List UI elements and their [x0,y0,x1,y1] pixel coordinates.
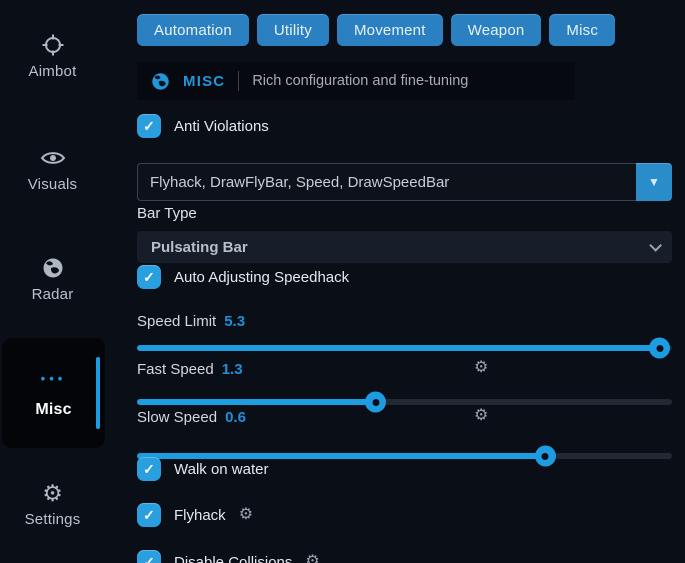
slider-thumb[interactable] [649,338,670,359]
slider-value: 1.3 [222,361,243,378]
slider-value: 0.6 [225,409,246,426]
fast-speed-slider[interactable] [137,399,672,405]
disable-collisions-checkbox[interactable]: ✓ [137,550,161,563]
feature-header: MISC Rich configuration and fine-tuning [137,62,575,100]
page-title: MISC [183,73,225,90]
sidebar: Aimbot Visuals Radar ••• [0,0,130,563]
checkbox-label: Auto Adjusting Speedhack [174,269,349,286]
checkmark-icon: ✓ [143,269,155,286]
slider-label: Speed Limit [137,313,216,330]
sidebar-item-label: Visuals [28,176,77,193]
walk-on-water-row[interactable]: ✓ Walk on water [137,457,268,481]
gear-icon[interactable]: ⚙ [474,360,488,376]
feature-multiselect-value: Flyhack, DrawFlyBar, Speed, DrawSpeedBar [150,174,449,191]
anti-violations-checkbox[interactable]: ✓ [137,114,161,138]
disable-collisions-row[interactable]: ✓ Disable Collisions ⚙ [137,550,320,563]
feature-multiselect-field[interactable]: Flyhack, DrawFlyBar, Speed, DrawSpeedBar [137,163,636,201]
tab-weapon[interactable]: Weapon [451,14,542,46]
crosshair-icon [41,33,65,57]
dropdown-open-button[interactable]: ▼ [636,163,672,201]
flyhack-checkbox[interactable]: ✓ [137,503,161,527]
checkmark-icon: ✓ [143,118,155,135]
feature-multiselect[interactable]: Flyhack, DrawFlyBar, Speed, DrawSpeedBar… [137,163,672,201]
slider-value: 5.3 [224,313,245,330]
tab-movement[interactable]: Movement [337,14,443,46]
checkmark-icon: ✓ [143,461,155,478]
gear-icon: ⚙ [42,481,63,505]
sidebar-item-aimbot[interactable]: Aimbot [0,33,105,80]
sidebar-item-label: Misc [35,401,71,419]
triangle-down-icon: ▼ [648,175,660,189]
gear-icon[interactable]: ⚙ [474,408,488,424]
globe-icon [42,256,64,280]
ellipsis-icon: ••• [41,367,67,391]
walk-on-water-checkbox[interactable]: ✓ [137,457,161,481]
sidebar-item-label: Aimbot [29,63,77,80]
divider [238,71,239,91]
sidebar-item-visuals[interactable]: Visuals [0,146,105,193]
globe-icon [151,72,170,91]
slider-fill [137,399,376,405]
bar-type-value: Pulsating Bar [151,239,248,256]
speed-limit-label-row: Speed Limit 5.3 [137,313,672,330]
bar-type-select[interactable]: Pulsating Bar [137,231,672,263]
auto-adjusting-checkbox[interactable]: ✓ [137,265,161,289]
anti-violations-row[interactable]: ✓ Anti Violations [137,114,269,138]
active-indicator [96,357,100,429]
tab-automation[interactable]: Automation [137,14,249,46]
fast-speed-label-row: Fast Speed 1.3 ⚙ [137,361,672,378]
bar-type-label: Bar Type [137,205,197,222]
sidebar-item-misc[interactable]: ••• Misc [2,338,105,448]
category-tabs: Automation Utility Movement Weapon Misc [137,14,615,46]
checkmark-icon: ✓ [143,554,155,563]
gear-icon[interactable]: ⚙ [305,554,319,563]
tab-misc[interactable]: Misc [549,14,615,46]
checkbox-label: Walk on water [174,461,268,478]
checkmark-icon: ✓ [143,507,155,524]
slow-speed-label-row: Slow Speed 0.6 ⚙ [137,409,672,426]
slider-label: Slow Speed [137,409,217,426]
sidebar-item-radar[interactable]: Radar [0,256,105,303]
sidebar-item-label: Settings [25,511,81,528]
gear-icon[interactable]: ⚙ [239,507,253,523]
flyhack-row[interactable]: ✓ Flyhack ⚙ [137,503,253,527]
slider-thumb[interactable] [535,446,556,467]
slider-label: Fast Speed [137,361,214,378]
chevron-down-icon [649,239,662,252]
checkbox-label: Disable Collisions [174,554,292,563]
eye-icon [40,146,66,170]
checkbox-label: Flyhack [174,507,226,524]
page-subtitle: Rich configuration and fine-tuning [252,73,468,89]
speed-limit-slider[interactable] [137,345,672,351]
sidebar-item-settings[interactable]: ⚙ Settings [0,481,105,528]
app-window: Aimbot Visuals Radar ••• [0,0,685,563]
main-panel: Automation Utility Movement Weapon Misc … [137,0,672,563]
sidebar-item-label: Radar [32,286,74,303]
auto-adjusting-row[interactable]: ✓ Auto Adjusting Speedhack [137,265,349,289]
tab-utility[interactable]: Utility [257,14,329,46]
checkbox-label: Anti Violations [174,118,269,135]
slider-fill [137,345,660,351]
